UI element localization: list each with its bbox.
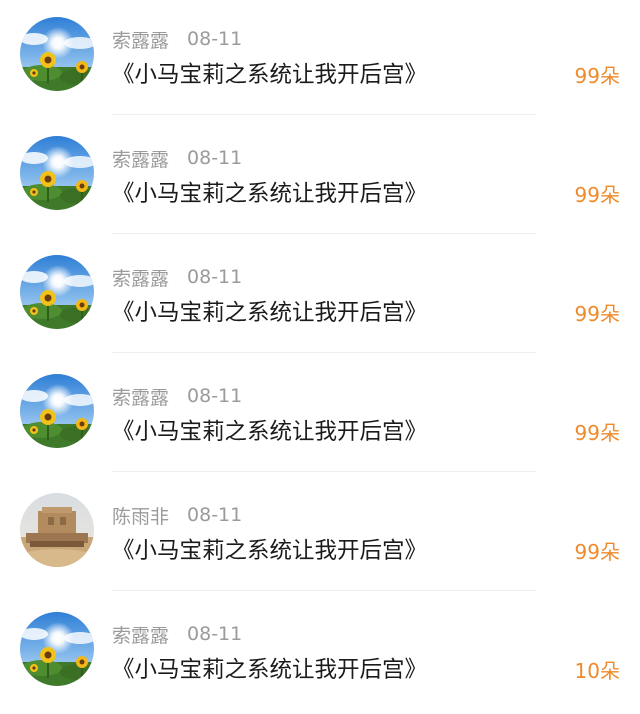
timestamp: 08-11: [187, 504, 243, 526]
book-title[interactable]: 《小马宝莉之系统让我开后宫》: [112, 415, 427, 449]
book-title[interactable]: 《小马宝莉之系统让我开后宫》: [112, 653, 427, 687]
avatar[interactable]: [20, 17, 94, 91]
avatar[interactable]: [20, 493, 94, 567]
timestamp: 08-11: [187, 28, 243, 50]
timestamp: 08-11: [187, 266, 243, 288]
avatar[interactable]: [20, 136, 94, 210]
sunflower-avatar-icon: [20, 374, 94, 448]
avatar[interactable]: [20, 612, 94, 686]
book-title[interactable]: 《小马宝莉之系统让我开后宫》: [112, 296, 427, 330]
username[interactable]: 索露露: [112, 145, 169, 172]
username[interactable]: 索露露: [112, 26, 169, 53]
ruins-avatar-icon: [20, 493, 94, 567]
book-title[interactable]: 《小马宝莉之系统让我开后宫》: [112, 58, 427, 92]
list-item[interactable]: 索露露 08-11 《小马宝莉之系统让我开后宫》 10朵: [0, 595, 640, 714]
timestamp: 08-11: [187, 623, 243, 645]
divider: [112, 114, 536, 115]
sunflower-avatar-icon: [20, 17, 94, 91]
list-item[interactable]: 陈雨非 08-11 《小马宝莉之系统让我开后宫》 99朵: [0, 476, 640, 595]
timestamp: 08-11: [187, 385, 243, 407]
flower-count: 99朵: [574, 302, 620, 326]
divider: [112, 471, 536, 472]
divider: [112, 233, 536, 234]
sunflower-avatar-icon: [20, 612, 94, 686]
list-item[interactable]: 索露露 08-11 《小马宝莉之系统让我开后宫》 99朵: [0, 119, 640, 238]
flower-count: 99朵: [574, 183, 620, 207]
list-item[interactable]: 索露露 08-11 《小马宝莉之系统让我开后宫》 99朵: [0, 238, 640, 357]
book-title[interactable]: 《小马宝莉之系统让我开后宫》: [112, 177, 427, 211]
book-title[interactable]: 《小马宝莉之系统让我开后宫》: [112, 534, 427, 568]
username[interactable]: 索露露: [112, 621, 169, 648]
sunflower-avatar-icon: [20, 136, 94, 210]
divider: [112, 590, 536, 591]
username[interactable]: 索露露: [112, 264, 169, 291]
flower-count: 99朵: [574, 64, 620, 88]
sunflower-avatar-icon: [20, 255, 94, 329]
username[interactable]: 索露露: [112, 383, 169, 410]
avatar[interactable]: [20, 255, 94, 329]
divider: [112, 352, 536, 353]
gift-record-list: 索露露 08-11 《小马宝莉之系统让我开后宫》 99朵 索露露 08-11 《…: [0, 0, 640, 712]
list-item[interactable]: 索露露 08-11 《小马宝莉之系统让我开后宫》 99朵: [0, 0, 640, 119]
list-item[interactable]: 索露露 08-11 《小马宝莉之系统让我开后宫》 99朵: [0, 357, 640, 476]
flower-count: 99朵: [574, 540, 620, 564]
flower-count: 10朵: [574, 659, 620, 683]
avatar[interactable]: [20, 374, 94, 448]
flower-count: 99朵: [574, 421, 620, 445]
timestamp: 08-11: [187, 147, 243, 169]
username[interactable]: 陈雨非: [112, 502, 169, 529]
